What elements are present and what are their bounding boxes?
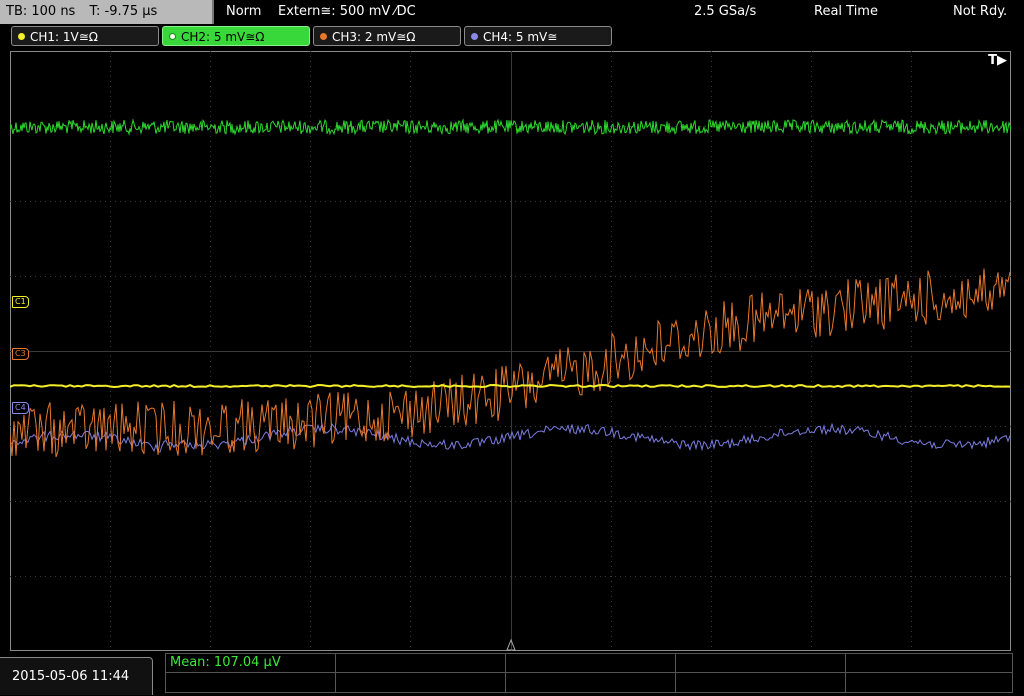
waveform-grid [10,51,1011,651]
tab-ch3[interactable]: CH3: 2 mV≅Ω [313,26,461,46]
trigger-marker-icon: T▶ [988,53,1007,68]
measurement-cell-3[interactable] [506,654,676,692]
ch2-label: CH2: 5 mV≅Ω [181,30,265,44]
ch4-indicator-icon [471,33,478,40]
waveform-display[interactable]: T▶ C1 C3 C4 [10,51,1011,651]
ch3-offset-marker[interactable]: C3 [12,348,29,360]
measurement-cell-4[interactable] [676,654,846,692]
ch1-indicator-icon [18,33,25,40]
timebase-panel[interactable]: TB: 100 ns T: -9.75 µs [0,0,214,24]
measurement-panel[interactable]: Mean: 107.04 µV [165,653,1013,693]
sample-rate: 2.5 GSa/s [694,4,757,19]
ch2-indicator-icon [169,33,176,40]
acquisition-mode: Real Time [814,4,878,19]
channel-tabs: CH1: 1V≅Ω CH2: 5 mV≅Ω CH3: 2 mV≅Ω CH4: 5… [0,26,1024,48]
ch3-indicator-icon [320,33,327,40]
mean-measurement: Mean: 107.04 µV [170,655,281,670]
trigger-source[interactable]: Extern≅: 500 mV ⁄DC [278,0,416,24]
status-bar: TB: 100 ns T: -9.75 µs Norm Extern≅: 500… [0,0,1024,24]
ch4-offset-marker[interactable]: C4 [12,402,29,414]
ch3-label: CH3: 2 mV≅Ω [332,30,416,44]
timebase-value: TB: 100 ns [6,4,76,19]
tab-ch2[interactable]: CH2: 5 mV≅Ω [162,26,310,46]
tab-ch1[interactable]: CH1: 1V≅Ω [11,26,159,46]
ch1-label: CH1: 1V≅Ω [30,30,98,44]
ch4-label: CH4: 5 mV≅ [483,30,558,44]
datetime-display: 2015-05-06 11:44 [0,657,153,695]
measurement-cell-2[interactable] [336,654,506,692]
acquisition-status-line: Norm Extern≅: 500 mV ⁄DC 2.5 GSa/s Real … [216,0,1024,24]
trigger-time-value: T: -9.75 µs [89,4,158,19]
trigger-mode[interactable]: Norm [226,0,261,24]
ch1-offset-marker[interactable]: C1 [12,296,29,308]
tab-ch4[interactable]: CH4: 5 mV≅ [464,26,612,46]
trigger-state: Not Rdy. [953,4,1008,19]
